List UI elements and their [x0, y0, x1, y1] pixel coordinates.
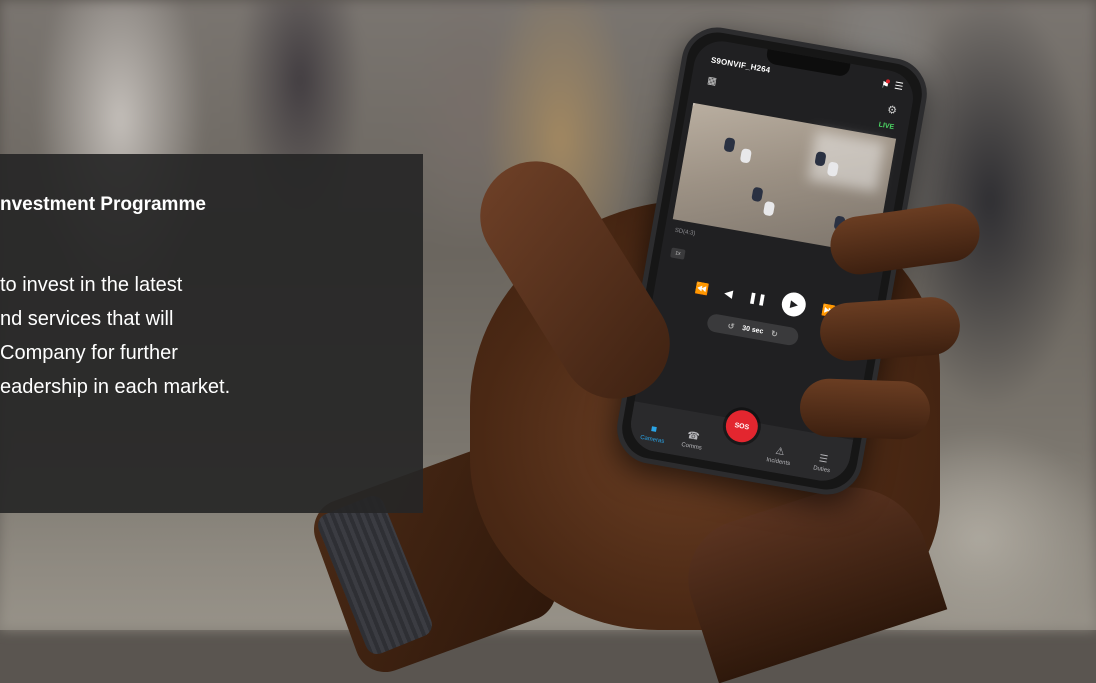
checklist-icon: ☰: [817, 453, 829, 466]
person-figure: [762, 200, 776, 217]
play-icon[interactable]: ▶: [780, 290, 809, 319]
camera-name: S9ONVIF_H264: [710, 55, 772, 75]
person-figure: [751, 186, 764, 203]
phone-icon: ☎: [686, 430, 701, 444]
seek-label: 30 sec: [741, 324, 764, 336]
pause-icon[interactable]: ❚❚: [747, 290, 767, 306]
tab-duties[interactable]: ☰ Duties: [801, 451, 844, 477]
finger: [799, 377, 931, 441]
tab-incidents[interactable]: ⚠ Incidents: [758, 443, 801, 469]
calendar-icon[interactable]: ▦: [706, 75, 717, 87]
live-badge: LIVE: [878, 121, 895, 132]
phone-notch: [765, 49, 851, 78]
rewind-icon[interactable]: ⏪: [694, 281, 710, 296]
panel-text-line: to invest in the latest: [0, 274, 183, 296]
step-back-icon[interactable]: ◀: [723, 286, 734, 300]
investment-overlay-panel: nvestment Programme to invest in the lat…: [0, 154, 423, 513]
forward-seek-icon[interactable]: ↻: [770, 329, 778, 339]
menu-icon[interactable]: ☰: [893, 81, 904, 93]
tab-label: Duties: [812, 465, 831, 475]
finger: [818, 295, 962, 363]
rewind-seek-icon[interactable]: ↺: [727, 321, 735, 331]
person-figure: [739, 148, 752, 164]
panel-text-line: nd services that will: [0, 308, 174, 330]
tab-cameras[interactable]: ■ Cameras: [632, 421, 675, 447]
speed-button[interactable]: 1x: [670, 247, 686, 260]
person-figure: [723, 137, 736, 153]
panel-text-line: eadership in each market.: [0, 376, 231, 398]
resolution-label: SD(4:3): [674, 227, 696, 238]
tab-comms[interactable]: ☎ Comms: [671, 428, 714, 454]
panel-title: nvestment Programme: [0, 194, 206, 215]
panel-text-line: Company for further: [0, 342, 178, 364]
tab-label: Comms: [680, 442, 703, 452]
gear-icon[interactable]: ⚙: [886, 103, 898, 118]
